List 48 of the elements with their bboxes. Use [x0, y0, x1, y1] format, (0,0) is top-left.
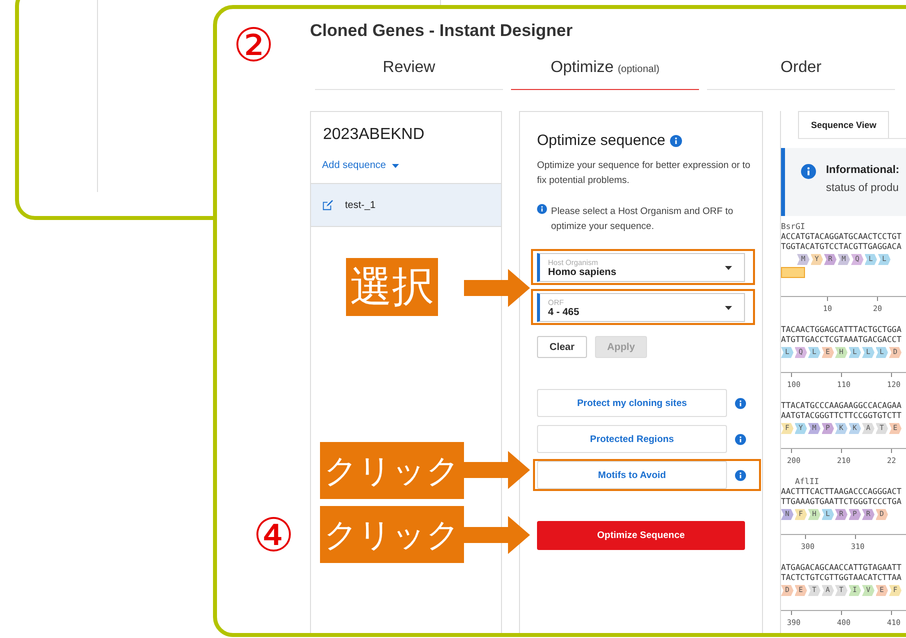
step-tab[interactable]: Review: [315, 59, 503, 90]
info-text: status of produ: [826, 182, 900, 194]
window-title: Cloned Genes - Instant Designer: [310, 21, 574, 41]
caret-icon: [392, 164, 399, 168]
view-tab[interactable]: Sequence View: [798, 111, 890, 138]
sequence-strand: TACTCTGTCGTTGGTAACATCTTAA: [781, 573, 902, 583]
step-tab[interactable]: Order: [707, 59, 895, 90]
sequence-strand: TGGTACATGTCCTACGTTGAGGACA: [781, 242, 902, 252]
info-icon: [670, 134, 682, 146]
info-icon: [801, 164, 816, 179]
sequence-strand: TTACATGCCCAAGAAGGCCACAGAA: [781, 401, 902, 411]
info-icon: [735, 398, 746, 408]
sequence-strand: ATGAGACAGCAACCATTGTAGAATT: [781, 563, 902, 573]
optimize-button[interactable]: Optimize Sequence: [537, 521, 745, 550]
restriction-site-label: AflII: [794, 477, 820, 487]
form-button[interactable]: Clear: [537, 336, 587, 358]
option-button[interactable]: Protect my cloning sites: [537, 389, 727, 417]
caret-icon: [725, 266, 732, 270]
sequence-strand: AACTTTCACTTAAGACCCAGGGACT: [781, 487, 902, 497]
info-title: Informational:: [826, 164, 900, 176]
info-icon: [735, 470, 746, 480]
info-icon: [537, 204, 547, 214]
callout-label: クリック: [320, 506, 464, 563]
sequence-strand: AATGTACGGGTTCTTCCGGTGTCTT: [781, 411, 902, 421]
callout-label: クリック: [320, 442, 464, 499]
edit-icon: [322, 200, 333, 210]
project-name: 2023ABEKND: [323, 126, 426, 144]
add-sequence-link[interactable]: Add sequence: [322, 160, 399, 171]
option-button[interactable]: Motifs to Avoid: [537, 461, 727, 489]
notice-text: Please select a Host Organism and ORF to optimize your sequence.: [551, 205, 734, 234]
sequence-strand: TACAACTGGAGCATTTACTGCTGGA: [781, 325, 902, 335]
sequence-item[interactable]: test-_1: [311, 183, 501, 227]
arrow-icon: [464, 269, 530, 307]
description-text: Optimize your sequence for better expression or to fix potential problems.: [537, 159, 752, 188]
sequence-strand: ACCATGTACAGGATGCAACTCCTGT: [781, 232, 902, 242]
callout-label: 選択: [346, 258, 438, 316]
option-button[interactable]: Protected Regions: [537, 425, 727, 453]
caret-icon: [725, 306, 732, 310]
arrow-icon: [464, 451, 530, 489]
step-number: ②: [233, 22, 274, 68]
step-number: ④: [253, 512, 294, 558]
arrow-icon: [464, 516, 530, 554]
sequence-strand: ATGTTGACCTCGTAAATGACGACCT: [781, 335, 902, 345]
info-icon: [735, 434, 746, 444]
step-tab[interactable]: Optimize (optional): [511, 59, 699, 90]
restriction-site-label: BsrGI: [781, 222, 806, 232]
panel-heading: Optimize sequence: [537, 132, 666, 149]
sequence-strand: TTGAAAGTGAATTCTGGGTCCCTGA: [781, 497, 902, 507]
